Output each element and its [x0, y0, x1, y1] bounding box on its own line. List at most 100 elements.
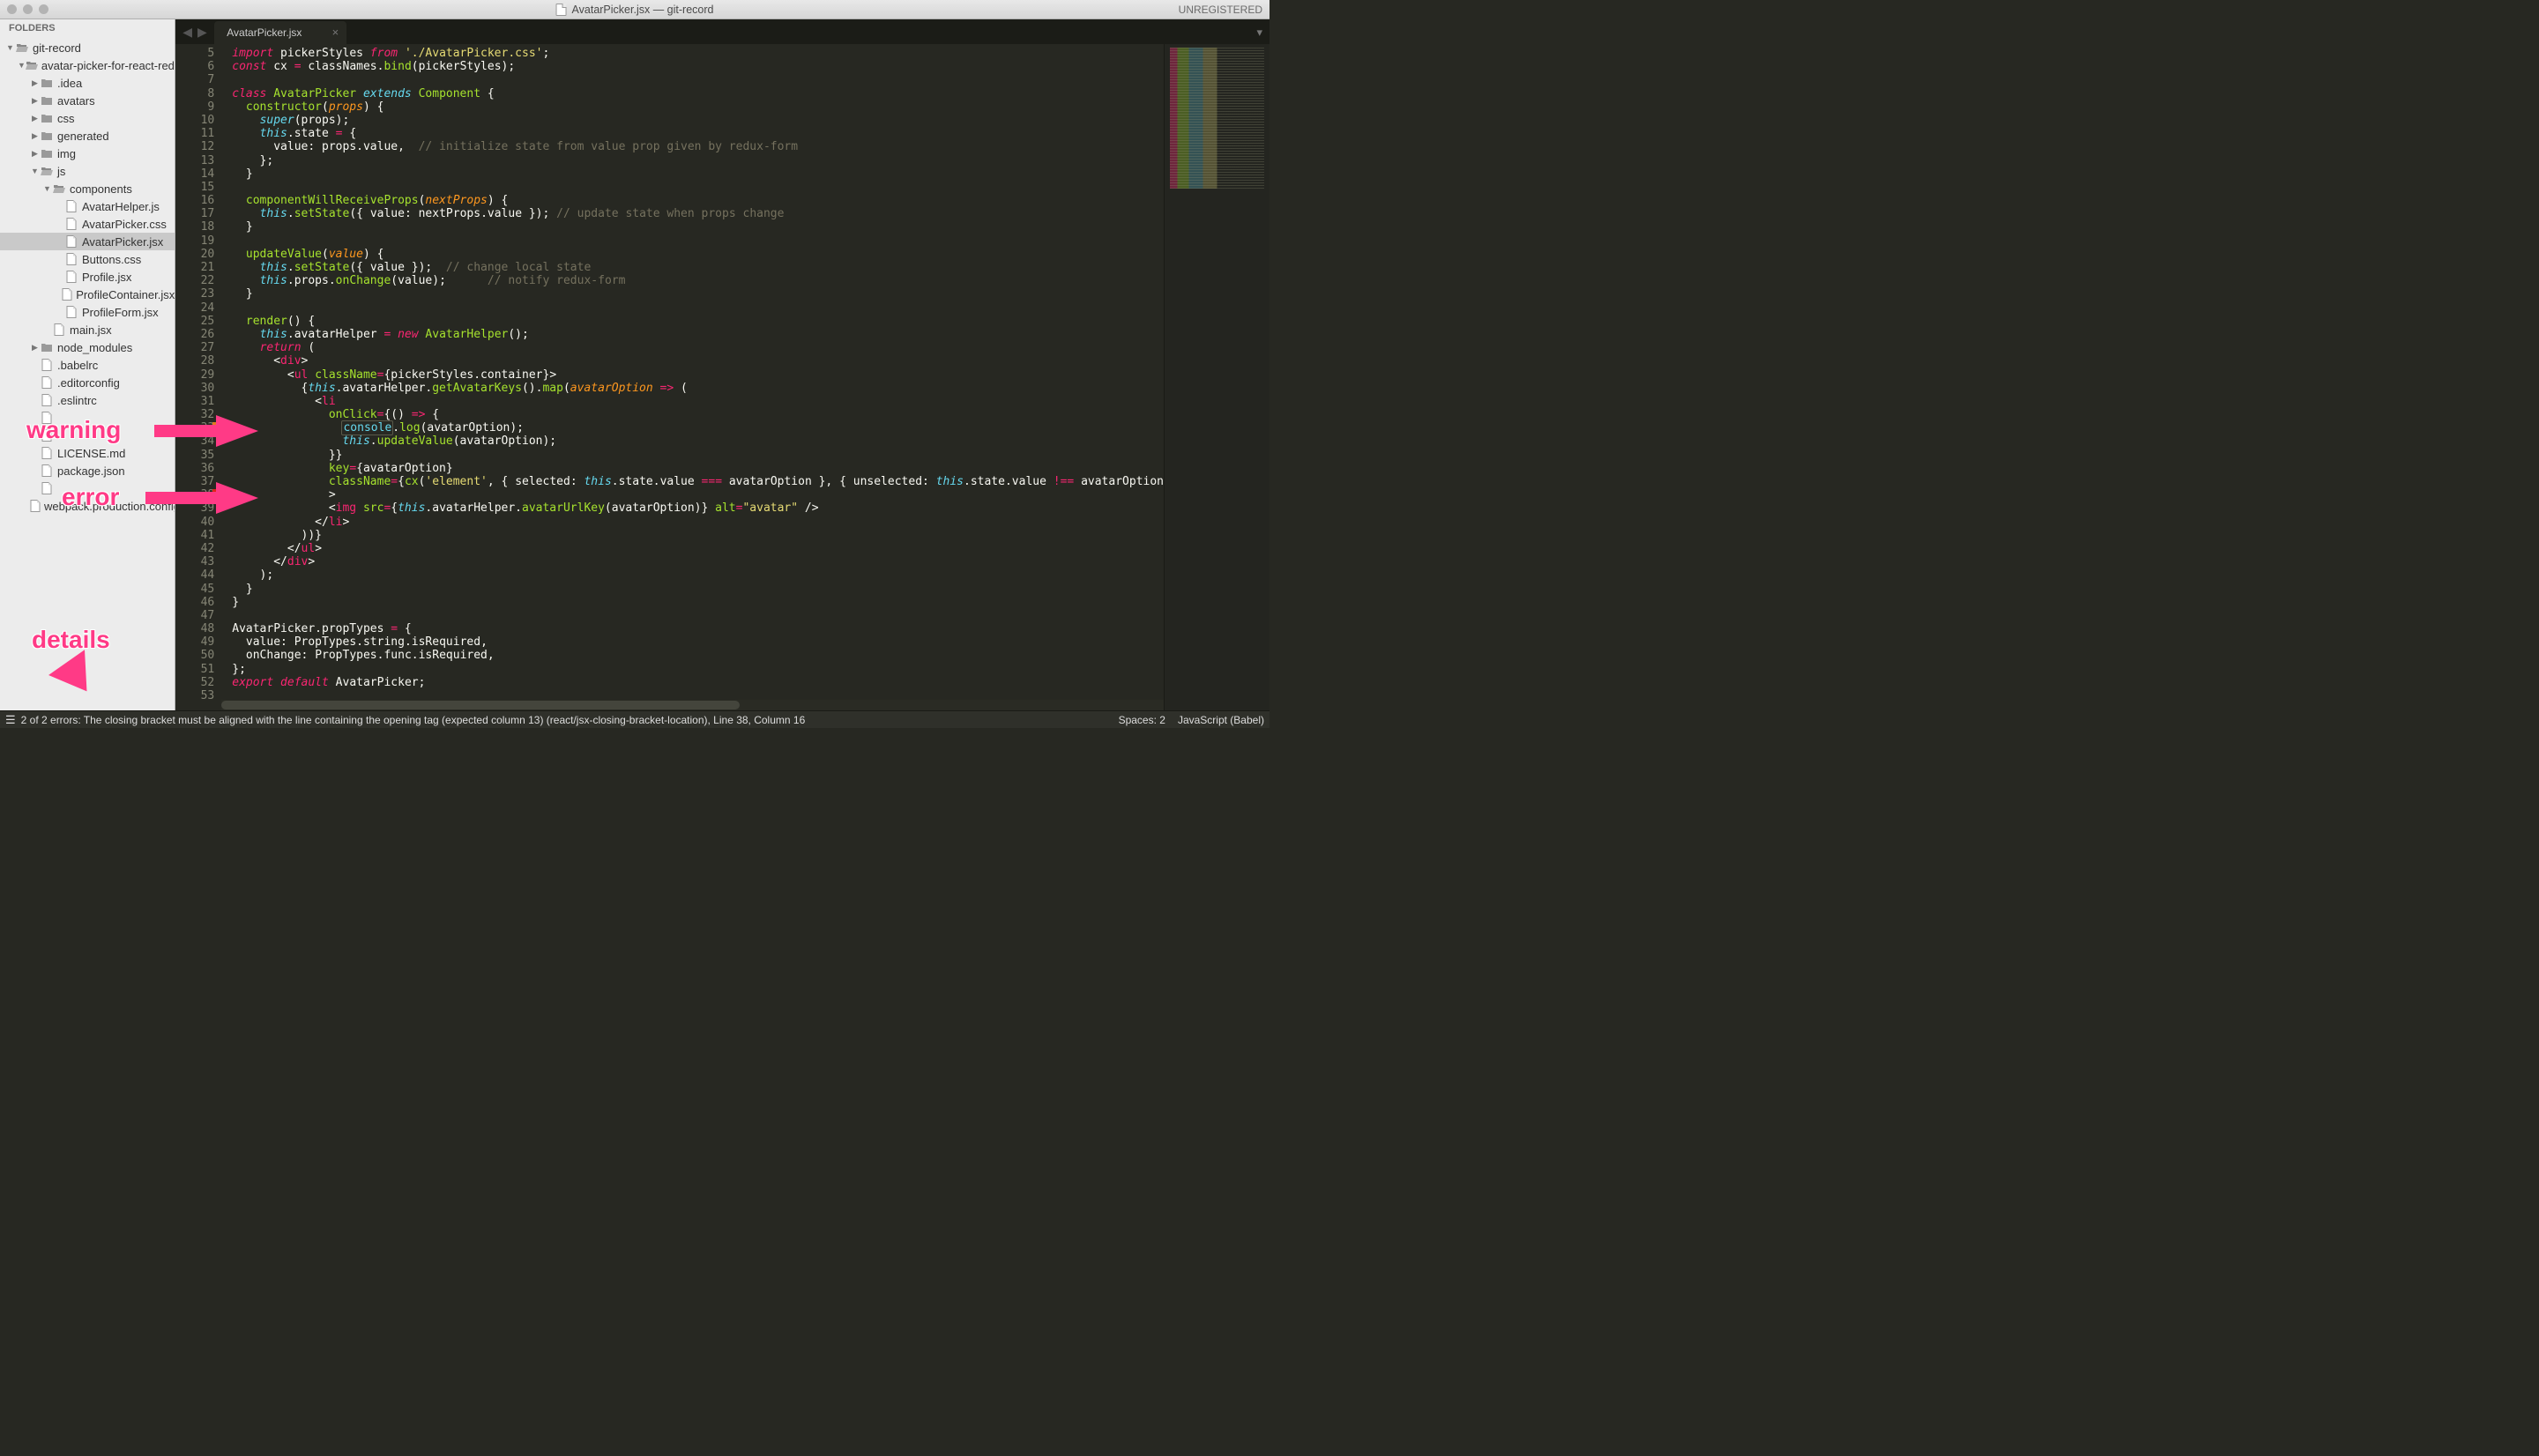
line-number[interactable]: 15 — [175, 181, 214, 194]
line-number[interactable]: 11 — [175, 127, 214, 140]
tree-item[interactable]: .babelrc — [0, 356, 175, 374]
disclosure-closed-icon[interactable]: ▶ — [30, 114, 40, 123]
line-number[interactable]: 46 — [175, 596, 214, 609]
line-number[interactable]: 41 — [175, 529, 214, 542]
code-line[interactable]: componentWillReceiveProps(nextProps) { — [232, 194, 1164, 207]
code-line[interactable]: console.log(avatarOption); — [232, 421, 1164, 435]
code-line[interactable]: <div> — [232, 354, 1164, 368]
code-line[interactable] — [232, 181, 1164, 194]
line-number[interactable]: 17 — [175, 207, 214, 220]
tree-item[interactable]: ▼components — [0, 180, 175, 197]
disclosure-closed-icon[interactable]: ▶ — [30, 149, 40, 159]
code-line[interactable]: <ul className={pickerStyles.container}> — [232, 368, 1164, 382]
code-line[interactable]: this.setState({ value }); // change loca… — [232, 261, 1164, 274]
minimize-window-icon[interactable] — [23, 4, 33, 14]
code-line[interactable]: {this.avatarHelper.getAvatarKeys().map(a… — [232, 382, 1164, 395]
code-line[interactable]: this.updateValue(avatarOption); — [232, 435, 1164, 448]
code-line[interactable]: } — [232, 167, 1164, 181]
tab-avatarpicker[interactable]: AvatarPicker.jsx × — [214, 21, 346, 44]
tree-item[interactable]: ▶css — [0, 109, 175, 127]
tree-item[interactable]: AvatarPicker.jsx — [0, 233, 175, 250]
horizontal-scrollbar[interactable] — [221, 700, 1164, 710]
indent-setting[interactable]: Spaces: 2 — [1119, 714, 1165, 726]
window-controls[interactable] — [0, 4, 48, 14]
code-line[interactable]: value: PropTypes.string.isRequired, — [232, 635, 1164, 649]
code-line[interactable]: updateValue(value) { — [232, 248, 1164, 261]
disclosure-open-icon[interactable]: ▼ — [5, 43, 15, 52]
code-line[interactable]: </ul> — [232, 542, 1164, 555]
code-line[interactable]: </li> — [232, 516, 1164, 529]
tree-item[interactable]: ProfileContainer.jsx — [0, 286, 175, 303]
tree-item[interactable]: webpack.production.config.js — [0, 497, 175, 515]
tree-item[interactable]: LICENSE.md — [0, 444, 175, 462]
disclosure-open-icon[interactable]: ▼ — [42, 184, 52, 193]
line-number[interactable]: 38 — [175, 488, 214, 501]
line-number[interactable]: 39 — [175, 501, 214, 515]
minimap[interactable] — [1164, 44, 1270, 710]
code-line[interactable]: } — [232, 583, 1164, 596]
line-number[interactable]: 47 — [175, 609, 214, 622]
code-line[interactable]: key={avatarOption} — [232, 462, 1164, 475]
tree-item[interactable]: package.json — [0, 462, 175, 479]
file-tree[interactable]: ▼git-record▼avatar-picker-for-react-redu… — [0, 37, 175, 515]
syntax-setting[interactable]: JavaScript (Babel) — [1178, 714, 1264, 726]
line-number[interactable]: 22 — [175, 274, 214, 287]
tree-item[interactable]: ProfileForm.jsx — [0, 303, 175, 321]
menu-icon[interactable]: ☰ — [5, 713, 16, 727]
code-line[interactable]: const cx = classNames.bind(pickerStyles)… — [232, 60, 1164, 73]
line-number[interactable]: 48 — [175, 622, 214, 635]
code-content[interactable]: import pickerStyles from './AvatarPicker… — [221, 44, 1164, 710]
tree-item[interactable] — [0, 409, 175, 427]
show-tabs-dropdown-icon[interactable]: ▾ — [1256, 26, 1262, 40]
gutter-error-marker[interactable] — [212, 489, 226, 502]
close-window-icon[interactable] — [7, 4, 17, 14]
line-number[interactable]: 33 — [175, 421, 214, 435]
close-tab-icon[interactable]: × — [332, 26, 339, 39]
back-icon[interactable]: ◀ — [182, 25, 192, 40]
code-line[interactable]: onClick={() => { — [232, 408, 1164, 421]
tree-item[interactable]: .editorconfig — [0, 374, 175, 391]
disclosure-closed-icon[interactable]: ▶ — [30, 131, 40, 141]
tree-item[interactable]: ▼js — [0, 162, 175, 180]
code-area[interactable]: 5678910111213141516171819202122232425262… — [175, 44, 1270, 710]
code-line[interactable]: <li — [232, 395, 1164, 408]
line-number[interactable]: 9 — [175, 100, 214, 114]
code-line[interactable]: constructor(props) { — [232, 100, 1164, 114]
line-number[interactable]: 45 — [175, 583, 214, 596]
line-number[interactable]: 49 — [175, 635, 214, 649]
code-line[interactable]: this.props.onChange(value); // notify re… — [232, 274, 1164, 287]
code-line[interactable]: </div> — [232, 555, 1164, 568]
code-line[interactable]: AvatarPicker.propTypes = { — [232, 622, 1164, 635]
line-number[interactable]: 24 — [175, 301, 214, 315]
code-line[interactable]: } — [232, 596, 1164, 609]
line-number[interactable]: 10 — [175, 114, 214, 127]
line-number[interactable]: 42 — [175, 542, 214, 555]
code-line[interactable]: }} — [232, 449, 1164, 462]
line-number[interactable]: 44 — [175, 568, 214, 582]
line-number[interactable]: 18 — [175, 220, 214, 234]
line-gutter[interactable]: 5678910111213141516171819202122232425262… — [175, 44, 221, 710]
scrollbar-thumb[interactable] — [221, 701, 740, 709]
line-number[interactable]: 6 — [175, 60, 214, 73]
disclosure-closed-icon[interactable]: ▶ — [30, 78, 40, 88]
status-message[interactable]: 2 of 2 errors: The closing bracket must … — [21, 714, 806, 726]
line-number[interactable]: 34 — [175, 435, 214, 448]
code-line[interactable] — [232, 301, 1164, 315]
code-line[interactable]: onChange: PropTypes.func.isRequired, — [232, 649, 1164, 662]
tree-item[interactable]: main.jsx — [0, 321, 175, 338]
tab-bar[interactable]: ◀ ▶ AvatarPicker.jsx × ▾ — [175, 19, 1270, 44]
tree-item[interactable]: ▶.idea — [0, 74, 175, 92]
code-line[interactable]: this.state = { — [232, 127, 1164, 140]
tree-item[interactable]: ▶node_modules — [0, 338, 175, 356]
code-line[interactable]: ))} — [232, 529, 1164, 542]
line-number[interactable]: 40 — [175, 516, 214, 529]
line-number[interactable]: 51 — [175, 663, 214, 676]
tree-item[interactable]: ▶avatars — [0, 92, 175, 109]
line-number[interactable]: 14 — [175, 167, 214, 181]
code-line[interactable]: export default AvatarPicker; — [232, 676, 1164, 689]
code-line[interactable]: }; — [232, 663, 1164, 676]
code-line[interactable]: render() { — [232, 315, 1164, 328]
tree-item[interactable]: ▶generated — [0, 127, 175, 145]
zoom-window-icon[interactable] — [39, 4, 48, 14]
code-line[interactable]: > — [232, 488, 1164, 501]
